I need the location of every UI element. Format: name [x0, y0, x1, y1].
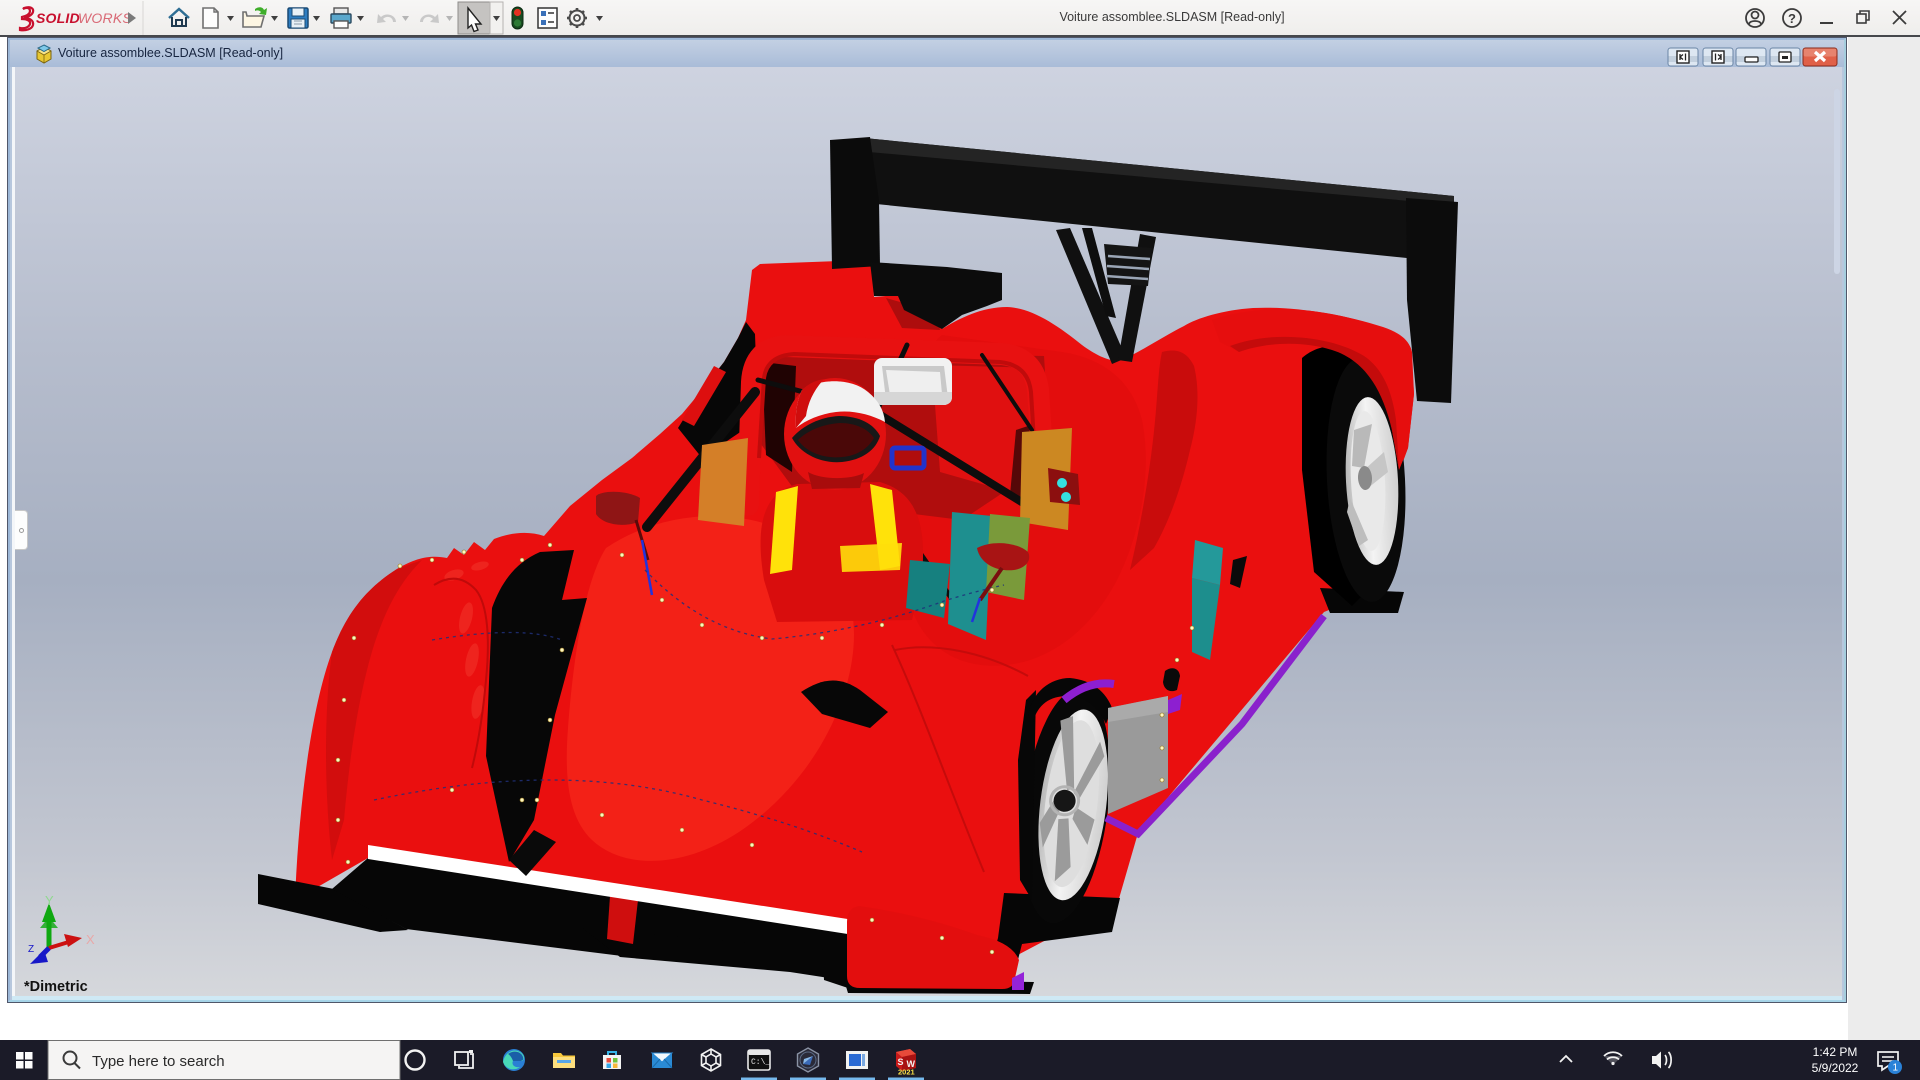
svg-text:SOLID: SOLID	[36, 10, 80, 26]
svg-text:C:\_: C:\_	[751, 1058, 770, 1067]
svg-text:?: ?	[1788, 11, 1796, 26]
svg-text:S: S	[898, 1057, 904, 1067]
svg-text:1: 1	[1893, 1063, 1899, 1074]
svg-text:Y: Y	[45, 893, 54, 908]
svg-text:Z: Z	[28, 944, 34, 955]
svg-text:Type here to search: Type here to search	[92, 1053, 225, 1070]
svg-text:X: X	[86, 932, 95, 947]
svg-text:WORKS: WORKS	[78, 10, 132, 26]
svg-text:2021: 2021	[898, 1068, 915, 1077]
svg-text:*Dimetric: *Dimetric	[24, 979, 88, 995]
